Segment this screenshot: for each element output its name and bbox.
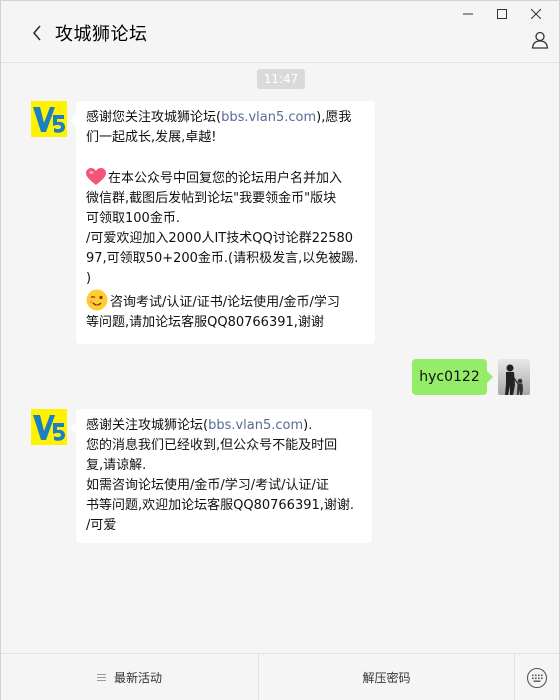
user-avatar[interactable] (498, 359, 530, 395)
message-text: 在本公众号中回复您的论坛用户名并加入 (108, 171, 343, 186)
message-line: ) (86, 271, 92, 286)
maximize-button[interactable] (485, 3, 519, 25)
message-line: 复,请谅解. (86, 458, 147, 473)
message-line: /可爱 (86, 518, 117, 533)
chat-title: 攻城狮论坛 (55, 24, 148, 45)
chat-window: 攻城狮论坛 11:47 感谢您关注攻城狮论坛(bbs.vlan5.com),愿我… (0, 0, 560, 700)
message-text: ). (303, 418, 313, 433)
minimize-button[interactable] (451, 3, 485, 25)
message-line: 可领取100金币. (86, 211, 180, 226)
wink-emoji-icon (86, 289, 108, 311)
chat-area[interactable]: 11:47 感谢您关注攻城狮论坛(bbs.vlan5.com),愿我 们一起成长… (1, 64, 559, 652)
bot-avatar[interactable] (31, 409, 67, 445)
user-photo-icon (498, 359, 530, 395)
forum-link[interactable]: bbs.vlan5.com (208, 418, 303, 433)
message-line: 在本公众号中回复您的论坛用户名并加入 (86, 168, 365, 189)
bottom-menu-bar: 最新活动 解压密码 (1, 653, 559, 700)
message-line: 书等问题,欢迎加论坛客服QQ80766391,谢谢. (86, 498, 355, 513)
bot-message-bubble[interactable]: 感谢您关注攻城狮论坛(bbs.vlan5.com),愿我 们一起成长,发展,卓越… (70, 101, 375, 344)
keyboard-toggle-button[interactable] (515, 654, 559, 700)
heart-emoji-icon (86, 168, 106, 186)
message-line: 等问题,请加论坛客服QQ80766391,谢谢 (86, 315, 324, 330)
message-text: ),愿我 (316, 110, 352, 125)
message-line: 97,可领取50+200金币.(请积极发言,以免被踢. (86, 251, 359, 266)
message-line: /可爱欢迎加入2000人IT技术QQ讨论群22580 (86, 231, 354, 246)
keyboard-icon (526, 667, 548, 688)
profile-button[interactable] (527, 27, 553, 53)
back-button[interactable] (27, 23, 47, 43)
message-line: 感谢您关注攻城狮论坛(bbs.vlan5.com),愿我 (86, 108, 365, 128)
v5-logo-icon (31, 409, 67, 445)
menu-item-label: 最新活动 (113, 671, 162, 685)
message-text: 感谢您关注攻城狮论坛( (86, 110, 222, 125)
message-line: 微信群,截图后发帖到论坛"我要领金币"版块 (86, 191, 337, 206)
message-line: 咨询考试/认证/证书/论坛使用/金币/学习 (86, 289, 365, 313)
message-line: 您的消息我们已经收到,但公众号不能及时回 (86, 438, 338, 453)
window-controls (451, 3, 553, 25)
forum-link[interactable]: bbs.vlan5.com (221, 110, 316, 125)
bot-message-bubble[interactable]: 感谢关注攻城狮论坛(bbs.vlan5.com). 您的消息我们已经收到,但公众… (70, 409, 372, 543)
message-text: 感谢关注攻城狮论坛( (86, 418, 209, 433)
chevron-left-icon (32, 25, 41, 41)
maximize-icon (497, 9, 507, 19)
my-message-bubble[interactable]: hyc0122 (412, 359, 493, 395)
message-text: 咨询考试/认证/证书/论坛使用/金币/学习 (110, 295, 340, 310)
message-line: 感谢关注攻城狮论坛(bbs.vlan5.com). (86, 416, 362, 436)
menu-item-label: 解压密码 (362, 671, 411, 685)
menu-item-unzip-password[interactable]: 解压密码 (259, 654, 515, 700)
message-line: 如需咨询论坛使用/金币/学习/考试/认证/证 (86, 478, 329, 493)
list-icon (96, 674, 106, 681)
menu-item-latest-activity[interactable]: 最新活动 (1, 654, 259, 700)
close-icon (531, 9, 541, 19)
person-icon (531, 31, 549, 49)
bot-avatar[interactable] (31, 101, 67, 137)
close-button[interactable] (519, 3, 553, 25)
minimize-icon (463, 13, 473, 15)
message-line: 们一起成长,发展,卓越! (86, 130, 217, 145)
v5-logo-icon (31, 101, 67, 137)
time-badge: 11:47 (257, 69, 305, 89)
